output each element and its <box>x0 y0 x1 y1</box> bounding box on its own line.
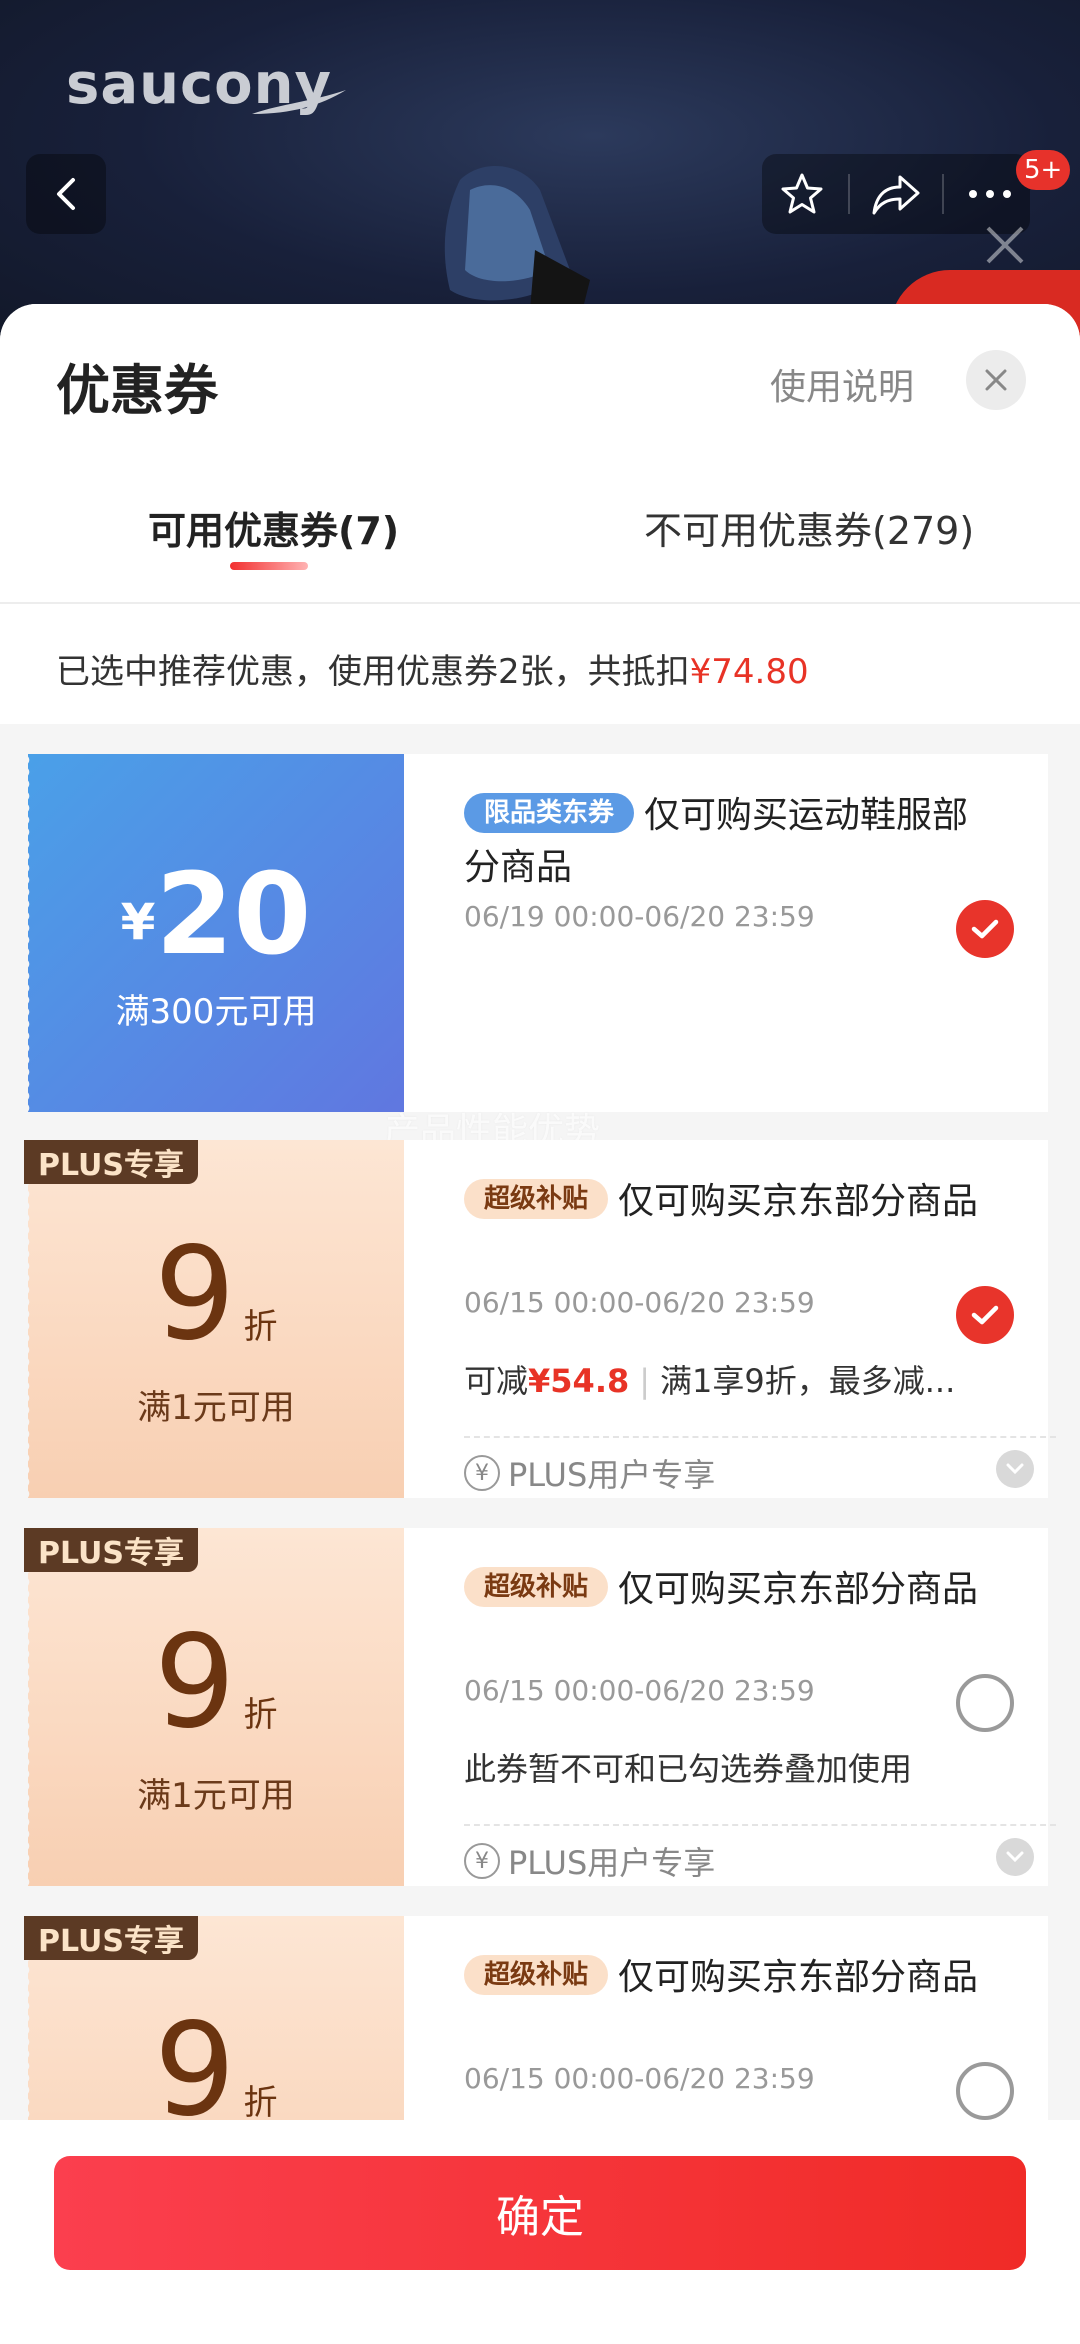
active-tab-indicator <box>230 562 308 570</box>
plus-exclusive-tag: PLUS专享 <box>24 1916 199 1960</box>
summary-amount: ¥74.80 <box>689 652 809 692</box>
note-prefix: 可减 <box>464 1362 529 1400</box>
plus-user-row[interactable]: ¥ PLUS用户专享 <box>464 1450 715 1496</box>
scallop-edge <box>24 1528 34 1886</box>
coupon-category-badge: 限品类东券 <box>464 793 635 833</box>
coupon-scope: 仅可购买京东部分商品 <box>618 1957 979 1998</box>
discount-unit: 折 <box>243 1695 278 1735</box>
discount-value: 9 <box>154 1608 236 1757</box>
star-icon <box>781 173 823 214</box>
coupon-value: 20 <box>155 850 312 980</box>
scallop-edge <box>24 1140 34 1498</box>
brand-swoosh-icon <box>252 90 346 114</box>
coupon-name: 限品类东券 仅可购买运动鞋服部分商品 <box>464 790 994 894</box>
chevron-down-icon <box>1006 1851 1024 1863</box>
action-separator <box>941 174 944 214</box>
coupon-checkbox-unchecked[interactable] <box>956 1674 1014 1732</box>
note-amount: ¥54.8 <box>528 1362 630 1400</box>
confirm-button[interactable]: 确定 <box>54 2156 1026 2270</box>
plus-user-label: PLUS用户专享 <box>508 1456 716 1494</box>
chevron-left-icon <box>57 178 75 210</box>
plus-user-label: PLUS用户专享 <box>508 1844 716 1882</box>
share-button[interactable] <box>861 159 931 229</box>
coupon-validity: 06/15 00:00-06/20 23:59 <box>464 1286 815 1319</box>
coupon-validity: 06/15 00:00-06/20 23:59 <box>464 2062 815 2095</box>
coupon-value-panel: PLUS专享 9折 满1元可用 <box>24 1140 404 1498</box>
coupon-value-panel: PLUS专享 9折 满1元可用 <box>24 1528 404 1886</box>
cart-count-badge: 5+ <box>1016 150 1071 190</box>
back-button[interactable] <box>26 154 106 234</box>
favorite-button[interactable] <box>767 159 837 229</box>
expand-button[interactable] <box>996 1450 1034 1488</box>
coupon-card[interactable]: PLUS专享 9折 满1元可用 超级补贴 仅可购买京东部分商品 06/15 00:… <box>24 1528 1056 1886</box>
coupon-condition: 满1元可用 <box>137 1776 295 1816</box>
coupon-conflict-note: 此券暂不可和已勾选券叠加使用 <box>464 1750 913 1788</box>
coupon-info: 超级补贴 仅可购买京东部分商品 06/15 00:00-06/20 23:59 此… <box>432 1528 1056 1886</box>
currency-symbol: ¥ <box>120 893 156 951</box>
dashed-divider <box>464 1436 1056 1438</box>
product-header-background: saucony 5+ <box>0 0 1080 340</box>
coupon-checkbox-checked[interactable] <box>956 1286 1014 1344</box>
tab-available-coupons[interactable]: 可用优惠券(7) <box>148 500 399 555</box>
close-button[interactable] <box>966 350 1026 410</box>
summary-text: 已选中推荐优惠，使用优惠券2张，共抵扣 <box>56 652 690 692</box>
coupon-validity: 06/15 00:00-06/20 23:59 <box>464 1674 815 1707</box>
coupon-info: 超级补贴 仅可购买京东部分商品 06/15 00:00-06/20 23:59 可… <box>432 1140 1056 1498</box>
coupon-card[interactable]: ¥20 满300元可用 限品类东券 仅可购买运动鞋服部分商品 06/19 00:0… <box>24 754 1048 1112</box>
usage-instructions-link[interactable]: 使用说明 <box>770 358 914 410</box>
coupon-checkbox-checked[interactable] <box>956 900 1014 958</box>
divider <box>0 602 1080 604</box>
note-separator: | <box>639 1362 651 1400</box>
discount-unit: 折 <box>243 1307 278 1347</box>
share-icon <box>872 175 920 215</box>
coupon-name: 超级补贴 仅可购买京东部分商品 <box>464 1176 994 1228</box>
checkmark-icon <box>971 919 999 939</box>
coupon-checkbox-unchecked[interactable] <box>956 2062 1014 2120</box>
coupon-scope: 仅可购买京东部分商品 <box>618 1569 979 1610</box>
coupon-name: 超级补贴 仅可购买京东部分商品 <box>464 1952 994 2004</box>
checkmark-icon <box>971 1305 999 1325</box>
coupon-discount: 9折 <box>154 1608 277 1757</box>
product-shoe-image <box>444 166 590 320</box>
close-icon[interactable] <box>980 220 1030 270</box>
coupon-info: 限品类东券 仅可购买运动鞋服部分商品 06/19 00:00-06/20 23:5… <box>432 754 1032 1112</box>
coupon-validity: 06/19 00:00-06/20 23:59 <box>464 900 815 933</box>
coupon-name: 超级补贴 仅可购买京东部分商品 <box>464 1564 994 1616</box>
coupon-subsidy-badge: 超级补贴 <box>464 1567 609 1607</box>
coupon-savings-note: 可减¥54.8 | 满1享9折，最多减... <box>464 1356 955 1402</box>
selection-summary: 已选中推荐优惠，使用优惠券2张，共抵扣¥74.80 <box>56 644 809 693</box>
action-separator <box>848 174 851 214</box>
discount-value: 9 <box>154 1220 236 1369</box>
yen-circle-icon: ¥ <box>464 1843 500 1879</box>
chevron-down-icon <box>1006 1463 1024 1475</box>
coupon-condition: 满300元可用 <box>115 992 317 1032</box>
bottom-action-bar: 确定 <box>0 2120 1080 2344</box>
plus-user-row[interactable]: ¥ PLUS用户专享 <box>464 1838 715 1884</box>
discount-unit: 折 <box>243 2083 278 2123</box>
coupon-value-panel: ¥20 满300元可用 <box>24 754 404 1112</box>
sheet-header: 优惠券 使用说明 可用优惠券(7) 不可用优惠券(279) 已选中推荐优惠，使用… <box>0 304 1080 724</box>
coupon-sheet: 优惠券 使用说明 可用优惠券(7) 不可用优惠券(279) 已选中推荐优惠，使用… <box>0 304 1080 2344</box>
more-button[interactable] <box>955 159 1025 229</box>
sheet-title: 优惠券 <box>56 359 218 422</box>
dashed-divider <box>464 1824 1056 1826</box>
coupon-card[interactable]: PLUS专享 9折 满1元可用 超级补贴 仅可购买京东部分商品 06/15 00:… <box>24 1140 1056 1498</box>
coupon-scope: 仅可购买京东部分商品 <box>618 1181 979 1222</box>
coupon-condition: 满1元可用 <box>137 1388 295 1428</box>
plus-exclusive-tag: PLUS专享 <box>24 1140 199 1184</box>
coupon-amount: ¥20 <box>28 850 404 980</box>
plus-exclusive-tag: PLUS专享 <box>24 1528 199 1572</box>
coupon-subsidy-badge: 超级补贴 <box>464 1179 609 1219</box>
yen-circle-icon: ¥ <box>464 1455 500 1491</box>
coupon-discount: 9折 <box>154 1220 277 1369</box>
tab-unavailable-coupons[interactable]: 不可用优惠券(279) <box>644 500 974 555</box>
expand-button[interactable] <box>996 1838 1034 1876</box>
more-dots-icon <box>968 190 1011 198</box>
coupon-subsidy-badge: 超级补贴 <box>464 1955 609 1995</box>
close-icon <box>985 369 1007 391</box>
note-suffix: 满1享9折，最多减... <box>660 1362 956 1400</box>
